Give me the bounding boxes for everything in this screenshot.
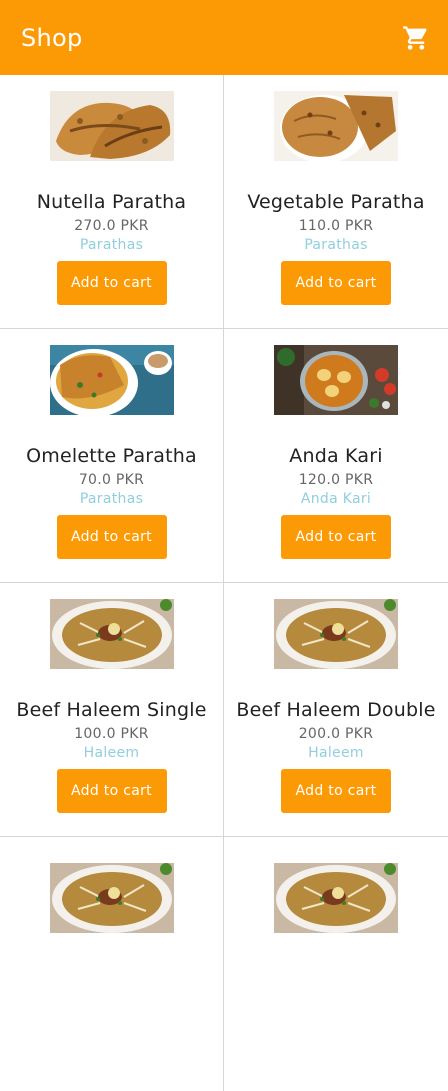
shopping-cart-icon bbox=[403, 25, 427, 50]
product-card[interactable]: Anda Kari 120.0 PKR Anda Kari Add to car… bbox=[224, 329, 448, 583]
app-bar: Shop bbox=[0, 0, 448, 75]
product-name: Beef Haleem Single bbox=[16, 699, 207, 721]
product-card[interactable]: Omelette Paratha 70.0 PKR Parathas Add t… bbox=[0, 329, 224, 583]
add-to-cart-button[interactable]: Add to cart bbox=[281, 515, 391, 559]
product-category: Anda Kari bbox=[300, 491, 372, 507]
add-to-cart-button[interactable]: Add to cart bbox=[56, 261, 167, 305]
product-name: Beef Haleem Double bbox=[236, 699, 436, 721]
add-to-cart-button[interactable]: Add to cart bbox=[281, 261, 391, 305]
haleem-image bbox=[50, 863, 174, 933]
product-price: 120.0 PKR bbox=[298, 472, 374, 488]
product-price: 200.0 PKR bbox=[298, 726, 374, 742]
product-price: 270.0 PKR bbox=[74, 218, 149, 234]
product-price: 110.0 PKR bbox=[298, 218, 374, 234]
app-title: Shop bbox=[21, 23, 83, 52]
product-category: Parathas bbox=[79, 491, 144, 507]
product-price: 70.0 PKR bbox=[78, 472, 145, 488]
product-name: Anda Kari bbox=[289, 445, 383, 467]
product-name: Vegetable Paratha bbox=[247, 191, 425, 213]
product-price: 100.0 PKR bbox=[74, 726, 149, 742]
product-category: Parathas bbox=[304, 237, 368, 253]
product-card-partial[interactable] bbox=[0, 837, 224, 1091]
egg-curry-image bbox=[274, 345, 398, 415]
product-card[interactable]: Beef Haleem Single 100.0 PKR Haleem Add … bbox=[0, 583, 224, 837]
add-to-cart-button[interactable]: Add to cart bbox=[56, 769, 167, 813]
add-to-cart-button[interactable]: Add to cart bbox=[56, 515, 167, 559]
product-name: Omelette Paratha bbox=[26, 445, 197, 467]
paratha-image bbox=[274, 91, 398, 161]
product-category: Haleem bbox=[308, 745, 364, 761]
product-card[interactable]: Vegetable Paratha 110.0 PKR Parathas Add… bbox=[224, 75, 448, 329]
haleem-image bbox=[50, 599, 174, 669]
cart-button[interactable] bbox=[398, 20, 434, 56]
add-to-cart-button[interactable]: Add to cart bbox=[281, 769, 391, 813]
omelette-paratha-image bbox=[50, 345, 174, 415]
product-card[interactable]: Beef Haleem Double 200.0 PKR Haleem Add … bbox=[224, 583, 448, 837]
haleem-image bbox=[274, 599, 398, 669]
paratha-image bbox=[50, 91, 174, 161]
product-category: Parathas bbox=[79, 237, 144, 253]
product-grid: Nutella Paratha 270.0 PKR Parathas Add t… bbox=[0, 75, 448, 1091]
product-card-partial[interactable] bbox=[224, 837, 448, 1091]
haleem-image bbox=[274, 863, 398, 933]
product-card[interactable]: Nutella Paratha 270.0 PKR Parathas Add t… bbox=[0, 75, 224, 329]
product-category: Haleem bbox=[83, 745, 140, 761]
product-name: Nutella Paratha bbox=[36, 191, 187, 213]
